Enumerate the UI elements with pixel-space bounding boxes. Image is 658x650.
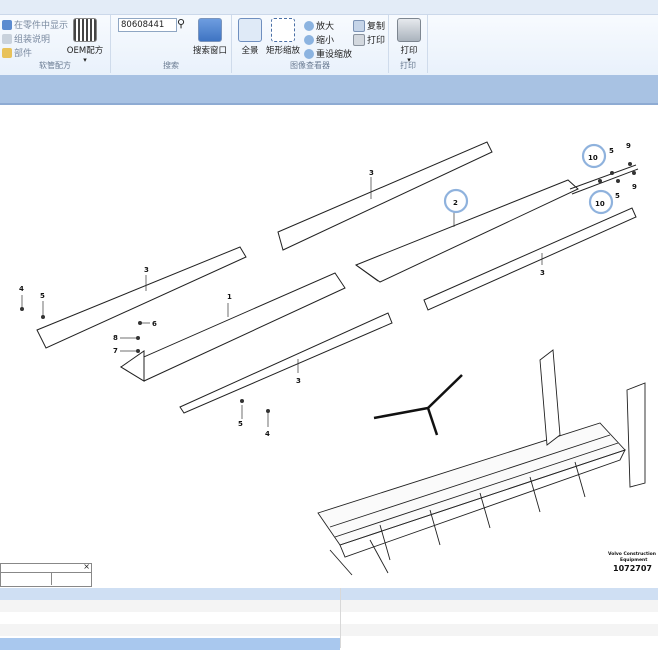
callout-label: 8 <box>113 334 118 342</box>
callout-label: 5 <box>238 420 243 428</box>
printer-small-icon <box>353 33 365 46</box>
print-button[interactable]: 打印 ▾ <box>394 18 424 64</box>
components-label: 部件 <box>14 49 33 59</box>
group-label-search: 搜索 <box>163 61 179 70</box>
rect-zoom-button[interactable]: 矩形缩放 <box>264 18 302 56</box>
reset-zoom-button[interactable]: 重设缩放 <box>304 47 352 60</box>
binoculars-icon[interactable]: ⚲ <box>177 17 185 30</box>
assembly-instructions-label: 组装说明 <box>14 35 51 45</box>
show-in-parts-label: 在零件中显示 <box>14 21 69 31</box>
table-row[interactable] <box>0 600 658 612</box>
zoom-out-label: 缩小 <box>316 36 335 46</box>
full-view-button[interactable]: 全景 <box>238 18 262 56</box>
print-small-button[interactable]: 打印 <box>353 33 385 46</box>
oem-recipe-label: OEM配方 <box>66 46 104 56</box>
ribbon-tab-strip <box>0 0 658 15</box>
callout-label: 10 <box>595 200 605 208</box>
callout-label: 5 <box>609 147 614 155</box>
reset-zoom-label: 重设缩放 <box>316 50 353 60</box>
table-row-selected[interactable] <box>0 638 340 650</box>
part-guide-rail-right <box>423 207 637 311</box>
callout-label: 3 <box>369 169 374 177</box>
copy-button[interactable]: 复制 <box>353 19 385 32</box>
zoom-in-button[interactable]: 放大 <box>304 19 334 32</box>
full-view-icon <box>238 18 262 42</box>
overview-divider <box>51 572 52 585</box>
table-row[interactable] <box>0 612 658 624</box>
viewer-header-bar <box>0 75 658 105</box>
parts-diagram: 1 2 3 3 3 3 4 4 5 5 5 5 6 7 8 9 9 10 10 <box>19 141 656 576</box>
location-arrow <box>373 374 463 436</box>
conveyor-frame-assembly <box>317 349 646 576</box>
callout-label: 9 <box>632 183 637 191</box>
full-view-label: 全景 <box>241 46 259 56</box>
callout-label: 9 <box>626 142 631 150</box>
group-label-hose-recipe: 软管配方 <box>39 61 71 70</box>
show-in-parts-button[interactable]: 在零件中显示 <box>2 18 68 31</box>
callout-label: 4 <box>265 430 270 438</box>
exploded-diagram-canvas[interactable]: 1 2 3 3 3 3 4 4 5 5 5 5 6 7 8 9 9 10 10 <box>0 105 658 588</box>
brand-text: Volvo Construction <box>608 551 656 557</box>
callout-label: 4 <box>19 285 24 293</box>
group-label-image-viewer: 图像查看器 <box>290 61 330 70</box>
printer-icon <box>397 18 421 42</box>
part-number-search-input[interactable]: 80608441 <box>118 18 177 32</box>
reset-zoom-icon <box>304 48 314 59</box>
callout-label: 6 <box>152 320 157 328</box>
callout-label: 7 <box>113 347 118 355</box>
table-header <box>0 588 658 600</box>
zoom-out-button[interactable]: 缩小 <box>304 33 334 46</box>
callout-label: 10 <box>588 154 598 162</box>
print-small-label: 打印 <box>367 36 386 46</box>
callout-label: 3 <box>296 377 301 385</box>
document-icon <box>2 33 12 44</box>
callout-label: 1 <box>227 293 232 301</box>
dropdown-arrow-icon: ▾ <box>407 56 411 64</box>
print-label: 打印 <box>400 46 418 56</box>
search-window-label: 搜索窗口 <box>192 46 227 56</box>
copy-label: 复制 <box>367 22 386 32</box>
rect-zoom-label: 矩形缩放 <box>265 46 300 56</box>
ribbon-toolbar: 在零件中显示 组装说明 部件 OEM配方 ▾ 软管配方 搜索 80608441 … <box>0 0 658 76</box>
group-hose-recipe: 在零件中显示 组装说明 部件 OEM配方 ▾ 软管配方 <box>0 15 111 73</box>
barcode-icon <box>73 18 97 42</box>
close-icon[interactable]: × <box>83 562 90 571</box>
column-divider[interactable] <box>340 588 341 648</box>
copy-icon <box>353 19 365 32</box>
callout-label: 5 <box>40 292 45 300</box>
magnifier-icon <box>271 18 295 42</box>
callout-label: 3 <box>144 266 149 274</box>
search-window-icon <box>198 18 222 42</box>
oem-recipe-button[interactable]: OEM配方 ▾ <box>64 18 106 64</box>
brand-subtext: Equipment <box>620 557 648 563</box>
components-button[interactable]: 部件 <box>2 46 32 59</box>
folder-icon <box>2 47 12 58</box>
zoom-in-label: 放大 <box>316 22 335 32</box>
callout-label: 2 <box>453 199 458 207</box>
figure-number: 1072707 <box>613 564 652 573</box>
table-row[interactable] <box>0 624 658 636</box>
parts-list-icon <box>2 19 12 30</box>
assembly-instructions-button[interactable]: 组装说明 <box>2 32 50 45</box>
callout-label: 5 <box>615 192 620 200</box>
overview-frame <box>1 572 91 585</box>
zoom-out-icon <box>304 34 314 45</box>
parts-table-area <box>0 588 658 650</box>
zoom-in-icon <box>304 20 314 31</box>
callout-label: 3 <box>540 269 545 277</box>
overview-thumbnail[interactable]: × <box>0 562 92 587</box>
search-window-button[interactable]: 搜索窗口 <box>191 18 229 56</box>
